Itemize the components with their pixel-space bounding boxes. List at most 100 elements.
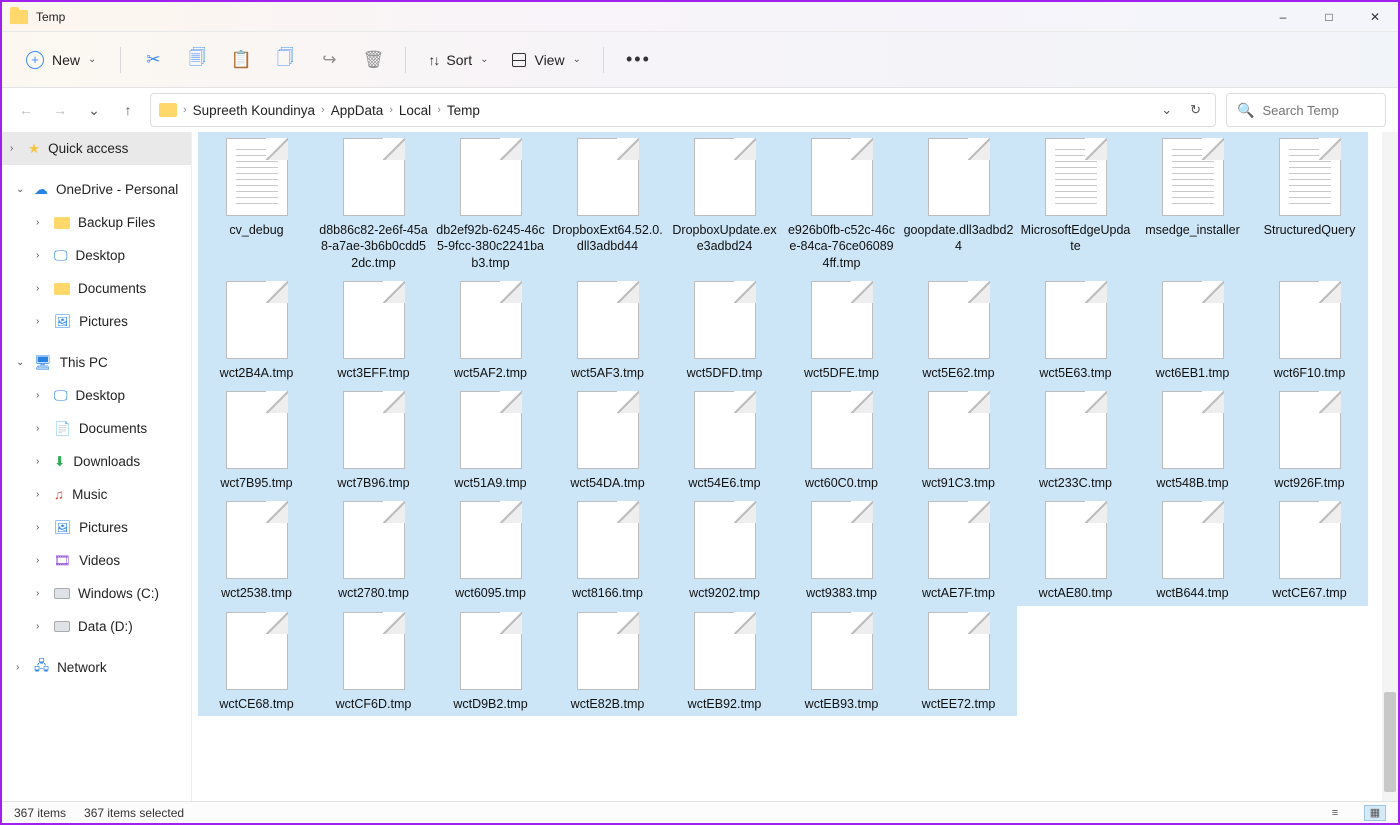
file-item[interactable]: wct51A9.tmp: [432, 385, 549, 495]
file-item[interactable]: goopdate.dll3adbd24: [900, 132, 1017, 275]
file-item[interactable]: msedge_installer: [1134, 132, 1251, 275]
file-name: wct233C.tmp: [1039, 475, 1112, 491]
file-item[interactable]: wct926F.tmp: [1251, 385, 1368, 495]
file-item[interactable]: wct548B.tmp: [1134, 385, 1251, 495]
file-item[interactable]: wct5E63.tmp: [1017, 275, 1134, 385]
file-item[interactable]: e926b0fb-c52c-46ce-84ca-76ce060894ff.tmp: [783, 132, 900, 275]
file-item[interactable]: wct6EB1.tmp: [1134, 275, 1251, 385]
search-input[interactable]: [1262, 103, 1375, 118]
breadcrumb-segment[interactable]: AppData: [331, 103, 384, 118]
addr-chevron-down-icon[interactable]: ⌄: [1155, 102, 1178, 118]
back-button[interactable]: ←: [14, 98, 38, 122]
pictures-icon: 🖼: [54, 520, 71, 536]
sort-button[interactable]: ↑↓ Sort ⌄: [418, 46, 498, 74]
up-button[interactable]: ↑: [116, 98, 140, 122]
file-item[interactable]: wctAE80.tmp: [1017, 495, 1134, 605]
paste-button[interactable]: 📋: [221, 42, 261, 78]
file-item[interactable]: wct91C3.tmp: [900, 385, 1017, 495]
file-item[interactable]: db2ef92b-6245-46c5-9fcc-380c2241bab3.tmp: [432, 132, 549, 275]
file-item[interactable]: wct5DFE.tmp: [783, 275, 900, 385]
file-item[interactable]: wct7B96.tmp: [315, 385, 432, 495]
folder-icon: [159, 103, 177, 117]
sidebar-network[interactable]: › 🖧 Network: [2, 651, 191, 684]
file-item[interactable]: wct8166.tmp: [549, 495, 666, 605]
file-item[interactable]: DropboxUpdate.exe3adbd24: [666, 132, 783, 275]
scroll-thumb[interactable]: [1384, 692, 1396, 792]
new-button[interactable]: + New ⌄: [14, 45, 108, 75]
file-item[interactable]: StructuredQuery: [1251, 132, 1368, 275]
sidebar-item-music[interactable]: ›♫Music: [2, 478, 191, 511]
sidebar-item-pictures[interactable]: ›🖼Pictures: [2, 511, 191, 544]
file-item[interactable]: wct7B95.tmp: [198, 385, 315, 495]
file-item[interactable]: wct3EFF.tmp: [315, 275, 432, 385]
sidebar-item-videos[interactable]: ›🎞Videos: [2, 544, 191, 577]
more-button[interactable]: •••: [616, 49, 661, 70]
file-item[interactable]: wct9202.tmp: [666, 495, 783, 605]
file-item[interactable]: wct5AF3.tmp: [549, 275, 666, 385]
sidebar-item-d-drive[interactable]: ›Data (D:): [2, 610, 191, 643]
file-item[interactable]: wct5DFD.tmp: [666, 275, 783, 385]
rename-button[interactable]: 🗍: [265, 42, 305, 78]
sidebar-item-backup[interactable]: ›Backup Files: [2, 206, 191, 239]
file-icon: [928, 391, 990, 469]
details-view-button[interactable]: ≡: [1324, 805, 1346, 821]
file-item[interactable]: wctEE72.tmp: [900, 606, 1017, 716]
cut-button[interactable]: ✂: [133, 42, 173, 78]
file-item[interactable]: wct54E6.tmp: [666, 385, 783, 495]
file-icon: [577, 612, 639, 690]
file-item[interactable]: wct54DA.tmp: [549, 385, 666, 495]
file-item[interactable]: wctE82B.tmp: [549, 606, 666, 716]
vertical-scrollbar[interactable]: [1382, 132, 1398, 801]
file-item[interactable]: wct5E62.tmp: [900, 275, 1017, 385]
sidebar-item-desktop[interactable]: ›🖵Desktop: [2, 379, 191, 412]
forward-button[interactable]: →: [48, 98, 72, 122]
sidebar-quick-access[interactable]: › ★ Quick access: [2, 132, 191, 165]
close-button[interactable]: ✕: [1352, 2, 1398, 32]
breadcrumb-segment[interactable]: Temp: [447, 103, 480, 118]
file-item[interactable]: wctCE68.tmp: [198, 606, 315, 716]
file-item[interactable]: wct2538.tmp: [198, 495, 315, 605]
maximize-button[interactable]: □: [1306, 2, 1352, 32]
share-button[interactable]: ↪: [309, 42, 349, 78]
view-button[interactable]: View ⌄: [502, 46, 590, 74]
file-item[interactable]: wct2B4A.tmp: [198, 275, 315, 385]
file-item[interactable]: MicrosoftEdgeUpdate: [1017, 132, 1134, 275]
sidebar-item-desktop[interactable]: ›🖵Desktop: [2, 239, 191, 272]
recent-chevron[interactable]: ⌄: [82, 98, 106, 122]
file-item[interactable]: d8b86c82-2e6f-45a8-a7ae-3b6b0cdd52dc.tmp: [315, 132, 432, 275]
file-item[interactable]: wctD9B2.tmp: [432, 606, 549, 716]
file-item[interactable]: wctCE67.tmp: [1251, 495, 1368, 605]
sidebar-this-pc[interactable]: ⌄ 🖥 This PC: [2, 346, 191, 379]
sidebar-item-downloads[interactable]: ›⬇Downloads: [2, 445, 191, 478]
breadcrumb-segment[interactable]: Supreeth Koundinya: [193, 103, 315, 118]
folder-icon: [10, 10, 28, 24]
minimize-button[interactable]: –: [1260, 2, 1306, 32]
file-item[interactable]: wct6095.tmp: [432, 495, 549, 605]
delete-button[interactable]: 🗑: [353, 42, 393, 78]
address-bar[interactable]: › Supreeth Koundinya › AppData › Local ›…: [150, 93, 1216, 127]
file-item[interactable]: wct5AF2.tmp: [432, 275, 549, 385]
file-item[interactable]: wctEB93.tmp: [783, 606, 900, 716]
sidebar-onedrive[interactable]: ⌄ ☁ OneDrive - Personal: [2, 173, 191, 206]
breadcrumb-segment[interactable]: Local: [399, 103, 431, 118]
file-item[interactable]: wctAE7F.tmp: [900, 495, 1017, 605]
file-item[interactable]: wct6F10.tmp: [1251, 275, 1368, 385]
file-item[interactable]: wctCF6D.tmp: [315, 606, 432, 716]
file-item[interactable]: wct2780.tmp: [315, 495, 432, 605]
file-item[interactable]: wct60C0.tmp: [783, 385, 900, 495]
icons-view-button[interactable]: ▦: [1364, 805, 1386, 821]
file-pane[interactable]: cv_debugd8b86c82-2e6f-45a8-a7ae-3b6b0cdd…: [192, 132, 1398, 801]
copy-button[interactable]: 🗐: [177, 42, 217, 78]
sidebar-item-documents[interactable]: ›Documents: [2, 272, 191, 305]
file-item[interactable]: wct233C.tmp: [1017, 385, 1134, 495]
file-item[interactable]: wct9383.tmp: [783, 495, 900, 605]
sidebar-item-pictures[interactable]: ›🖼Pictures: [2, 305, 191, 338]
file-item[interactable]: wctEB92.tmp: [666, 606, 783, 716]
search-box[interactable]: 🔍: [1226, 93, 1386, 127]
sidebar-item-c-drive[interactable]: ›Windows (C:): [2, 577, 191, 610]
refresh-button[interactable]: ↻: [1184, 102, 1207, 118]
file-item[interactable]: cv_debug: [198, 132, 315, 275]
file-item[interactable]: DropboxExt64.52.0.dll3adbd44: [549, 132, 666, 275]
sidebar-item-documents[interactable]: ›📄Documents: [2, 412, 191, 445]
file-item[interactable]: wctB644.tmp: [1134, 495, 1251, 605]
